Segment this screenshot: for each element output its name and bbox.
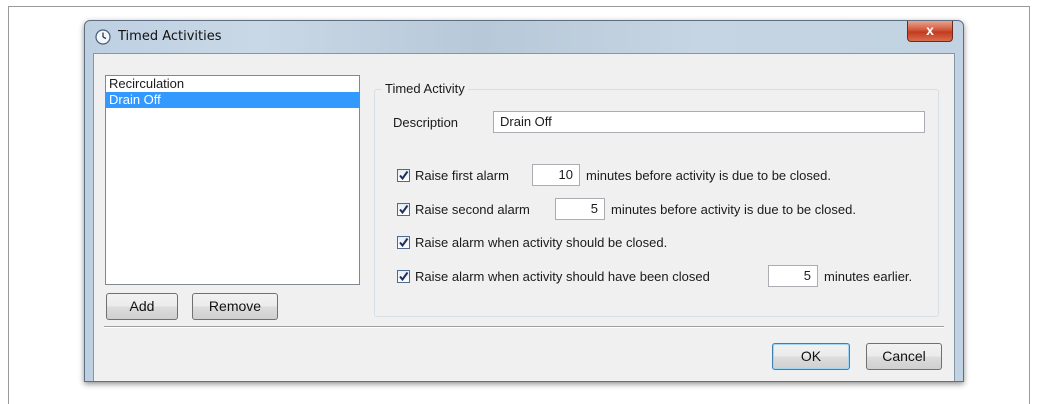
second-alarm-suffix: minutes before activity is due to be clo…	[611, 202, 856, 217]
close-button[interactable]: x	[907, 21, 953, 42]
checkmark-icon	[399, 237, 409, 248]
dialog-client-area: Recirculation Drain Off Add Remove Timed…	[93, 53, 955, 381]
second-alarm-checkbox[interactable]	[397, 203, 410, 216]
closed-alarm-label: Raise alarm when activity should be clos…	[415, 235, 668, 250]
description-input[interactable]: Drain Off	[493, 111, 925, 133]
ok-button[interactable]: OK	[772, 343, 850, 370]
add-button[interactable]: Add	[106, 293, 178, 320]
second-alarm-label: Raise second alarm	[415, 202, 530, 217]
overdue-alarm-checkbox[interactable]	[397, 270, 410, 283]
window-title: Timed Activities	[118, 29, 222, 44]
remove-button[interactable]: Remove	[192, 293, 278, 320]
checkmark-icon	[399, 271, 409, 282]
activity-list[interactable]: Recirculation Drain Off	[105, 75, 360, 285]
clock-icon	[95, 29, 111, 45]
first-alarm-minutes-input[interactable]: 10	[532, 164, 580, 186]
timed-activity-group: Timed Activity Description Drain Off Rai…	[374, 81, 939, 317]
overdue-alarm-suffix: minutes earlier.	[824, 269, 913, 284]
overdue-alarm-minutes-input[interactable]: 5	[768, 265, 818, 287]
button-separator	[104, 326, 944, 328]
overdue-alarm-label: Raise alarm when activity should have be…	[415, 269, 710, 284]
cancel-button[interactable]: Cancel	[866, 343, 942, 370]
list-item-recirculation[interactable]: Recirculation	[106, 76, 359, 92]
first-alarm-checkbox[interactable]	[397, 169, 410, 182]
group-title: Timed Activity	[382, 81, 468, 96]
list-item-drain-off[interactable]: Drain Off	[106, 92, 359, 108]
checkmark-icon	[399, 204, 409, 215]
title-bar[interactable]: Timed Activities x	[85, 21, 963, 53]
second-alarm-minutes-input[interactable]: 5	[555, 198, 605, 220]
closed-alarm-checkbox[interactable]	[397, 236, 410, 249]
first-alarm-label: Raise first alarm	[415, 168, 509, 183]
description-label: Description	[393, 115, 459, 130]
close-icon: x	[926, 22, 934, 38]
first-alarm-suffix: minutes before activity is due to be clo…	[586, 168, 831, 183]
checkmark-icon	[399, 170, 409, 181]
dialog-window: Timed Activities x Recirculation Drain O…	[84, 20, 964, 382]
